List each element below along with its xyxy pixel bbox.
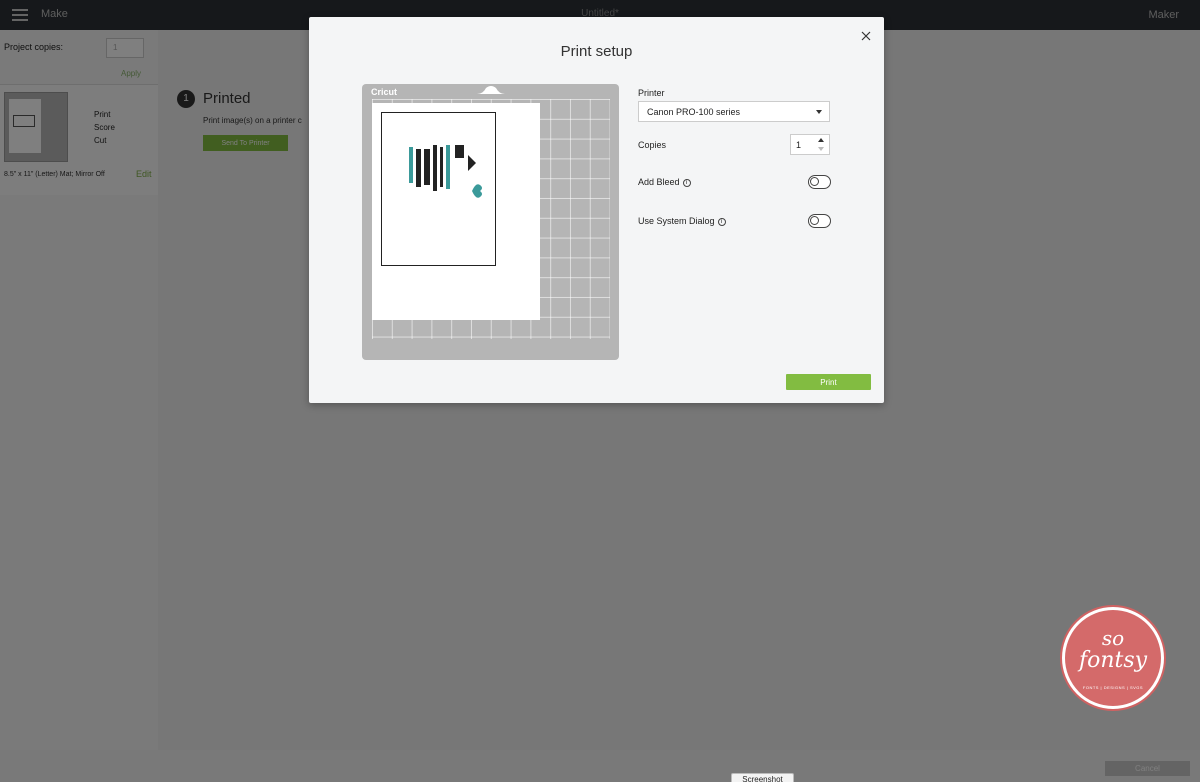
print-design-artwork xyxy=(409,145,482,198)
screenshot-button[interactable]: Screenshot xyxy=(731,773,794,782)
logo-line-2: fontsy xyxy=(1078,648,1148,673)
mat-preview: Cricut xyxy=(362,84,619,360)
ruler-bottom xyxy=(374,340,610,346)
toggle-knob xyxy=(810,216,819,225)
printer-label: Printer xyxy=(638,88,665,98)
use-system-dialog-label: Use System Dialog xyxy=(638,216,715,226)
copies-input[interactable]: 1 xyxy=(790,134,830,155)
logo-line-1: so xyxy=(1101,626,1125,650)
mat-tab-shape xyxy=(477,86,505,94)
so-fontsy-logo: so fontsy FONTS | DESIGNS | SVGS xyxy=(1062,607,1164,709)
logo-tagline: FONTS | DESIGNS | SVGS xyxy=(1082,685,1144,690)
cricut-logo: Cricut xyxy=(371,87,398,97)
printer-select-value: Canon PRO-100 series xyxy=(647,107,741,117)
print-design-frame xyxy=(381,112,496,266)
print-setup-dialog: Print setup Cricut Printer Canon PRO-100… xyxy=(309,17,884,403)
close-icon[interactable] xyxy=(859,29,873,43)
info-icon[interactable]: i xyxy=(717,217,726,226)
toggle-knob xyxy=(810,177,819,186)
info-icon[interactable]: i xyxy=(682,178,691,187)
ruler-right xyxy=(609,102,617,338)
add-bleed-row: Add Bleed i xyxy=(638,177,691,187)
printer-select[interactable]: Canon PRO-100 series xyxy=(638,101,830,122)
paper-sheet xyxy=(372,103,540,320)
copies-value: 1 xyxy=(796,140,802,150)
add-bleed-toggle[interactable] xyxy=(808,175,831,189)
decrement-arrow-icon[interactable] xyxy=(818,147,824,151)
copies-label: Copies xyxy=(638,140,667,150)
print-button[interactable]: Print xyxy=(786,374,871,390)
copies-stepper[interactable] xyxy=(817,137,826,152)
dialog-title: Print setup xyxy=(560,43,633,60)
increment-arrow-icon[interactable] xyxy=(818,138,824,142)
use-system-dialog-toggle[interactable] xyxy=(808,214,831,228)
dropdown-arrow-icon xyxy=(816,110,822,114)
system-dialog-row: Use System Dialog i xyxy=(638,216,726,226)
add-bleed-label: Add Bleed xyxy=(638,177,680,187)
